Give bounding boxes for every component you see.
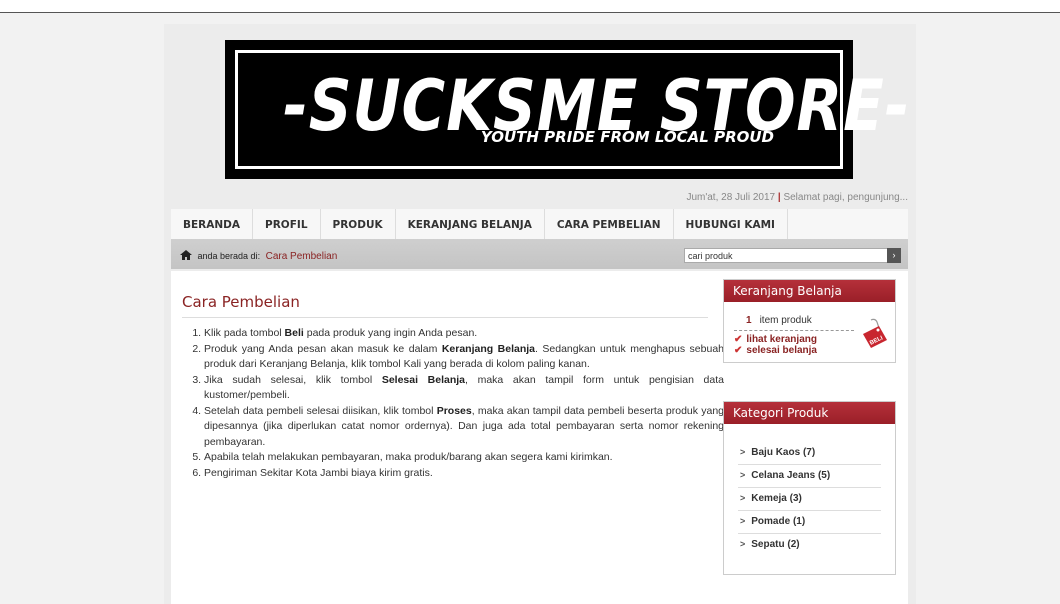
greeting-message: Selamat pagi, pengunjung... (783, 192, 908, 203)
nav-item-beranda[interactable]: BERANDA (171, 209, 254, 239)
step-item: Jika sudah selesai, klik tombol Selesai … (204, 373, 724, 404)
category-item-kemeja[interactable]: > Kemeja (3) (738, 488, 881, 511)
step-item: Apabila telah melakukan pembayaran, maka… (204, 450, 724, 466)
step-item: Pengiriman Sekitar Kota Jambi biaya kiri… (204, 466, 724, 482)
greeting-separator: | (777, 192, 781, 203)
search-input[interactable] (684, 248, 898, 263)
greeting-line: Jum'at, 28 Juli 2017 | Selamat pagi, pen… (686, 192, 908, 203)
category-item-celana-jeans[interactable]: > Celana Jeans (5) (738, 465, 881, 488)
chevron-right-icon: > (740, 493, 746, 503)
search-button[interactable]: › (887, 248, 901, 263)
view-cart-link[interactable]: ✔ lihat keranjang (734, 334, 817, 345)
banner-frame: -SUCKSME STORE- YOUTH PRIDE FROM LOCAL P… (235, 50, 909, 169)
cart-heading: Keranjang Belanja (724, 280, 895, 302)
page-title: Cara Pembelian (182, 293, 300, 311)
category-widget: Kategori Produk > Baju Kaos (7) > Celana J… (723, 401, 896, 575)
breadcrumb-bar: anda berada di: Cara Pembelian › (171, 239, 908, 269)
step-item: Setelah data pembeli selesai diisikan, k… (204, 404, 724, 451)
chevron-right-icon: > (740, 516, 746, 526)
cart-count-label: item produk (759, 315, 812, 326)
store-banner[interactable]: -SUCKSME STORE- YOUTH PRIDE FROM LOCAL P… (225, 40, 909, 179)
breadcrumb: anda berada di: Cara Pembelian (180, 250, 337, 262)
current-date: Jum'at, 28 Juli 2017 (686, 192, 776, 203)
cart-widget: Keranjang Belanja 1 item produk ✔ lihat ke… (723, 279, 896, 363)
nav-item-cara-pembelian[interactable]: CARA PEMBELIAN (545, 209, 674, 239)
title-divider (182, 317, 708, 318)
chevron-right-icon: > (740, 447, 746, 457)
category-item-baju-kaos[interactable]: > Baju Kaos (7) (738, 442, 881, 465)
chevron-right-icon: > (740, 539, 746, 549)
store-tagline: YOUTH PRIDE FROM LOCAL PROUD (480, 128, 774, 146)
home-icon[interactable] (180, 250, 192, 260)
cart-count: 1 item produk (734, 315, 812, 326)
step-item: Produk yang Anda pesan akan masuk ke dal… (204, 342, 724, 373)
nav-item-profil[interactable]: PROFIL (253, 209, 321, 239)
cart-divider (734, 330, 854, 331)
browser-top-strip (0, 0, 1060, 12)
breadcrumb-current[interactable]: Cara Pembelian (266, 251, 338, 262)
nav-item-hubungi-kami[interactable]: HUBUNGI KAMI (674, 209, 788, 239)
category-item-sepatu[interactable]: > Sepatu (2) (738, 534, 881, 556)
shopping-tag-icon: BELI (863, 318, 887, 348)
main-nav: BERANDA PROFIL PRODUK KERANJANG BELANJA … (171, 209, 908, 240)
check-icon: ✔ (734, 334, 743, 345)
cart-count-number: 1 (746, 315, 752, 326)
purchase-steps-list: Klik pada tombol Beli pada produk yang i… (182, 326, 724, 481)
category-item-pomade[interactable]: > Pomade (1) (738, 511, 881, 534)
step-item: Klik pada tombol Beli pada produk yang i… (204, 326, 724, 342)
page-wrapper: -SUCKSME STORE- YOUTH PRIDE FROM LOCAL P… (164, 24, 916, 604)
nav-item-produk[interactable]: PRODUK (321, 209, 396, 239)
check-icon: ✔ (734, 345, 743, 356)
category-heading: Kategori Produk (724, 402, 895, 424)
finish-shopping-link[interactable]: ✔ selesai belanja (734, 345, 817, 356)
chevron-right-icon: > (740, 470, 746, 480)
top-divider (0, 12, 1060, 13)
breadcrumb-prefix: anda berada di: (197, 251, 261, 261)
nav-item-keranjang-belanja[interactable]: KERANJANG BELANJA (396, 209, 545, 239)
